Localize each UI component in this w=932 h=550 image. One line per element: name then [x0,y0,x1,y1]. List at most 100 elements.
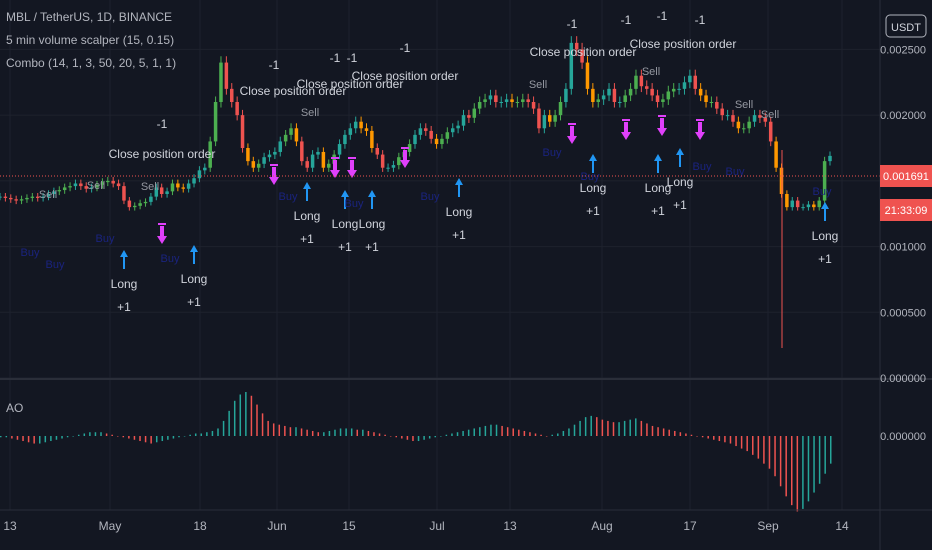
ao-bar [752,436,754,455]
time-tick-label: Jul [429,519,444,533]
candle-body [645,86,649,89]
ao-bar [356,429,359,436]
candle-body [817,200,821,208]
close-qty-label: -1 [330,51,341,65]
indicator-legend-combo[interactable]: Combo (14, 1, 3, 50, 20, 5, 1, 1) [6,56,176,70]
long-qty-label: +1 [117,300,131,314]
ao-bar [155,436,158,443]
candle-body [149,196,153,202]
candle-body [698,88,703,96]
ao-bar [768,436,771,469]
candle-body [790,200,795,208]
ao-bar [562,430,565,436]
ao-bar [518,429,520,436]
ao-bar [339,428,342,436]
ao-bar [27,436,30,443]
ao-bar [72,436,74,437]
candle-body [747,121,751,129]
ao-bar [345,428,347,436]
time-tick-label: 13 [3,519,17,533]
candle-body [564,88,568,102]
candle-body [499,102,503,103]
close-order-label: Close position order [109,147,216,161]
ao-bar [601,419,604,436]
long-qty-label: +1 [651,204,665,218]
ao-bar [77,434,80,436]
ao-bar [640,420,643,436]
candle-body [283,134,288,142]
ao-bar [412,436,414,442]
ao-bar [807,436,810,502]
ao-bar [150,436,152,444]
ao-bar [690,434,693,436]
ao-bar [161,436,164,442]
buy-signal-label: Buy [543,147,562,159]
ao-bar [467,429,470,436]
candle-body [542,115,547,129]
currency-button-label: USDT [891,22,921,34]
ao-bar [0,436,2,438]
candle-body [526,99,530,102]
close-qty-label: -1 [157,117,168,131]
symbol-title: MBL / TetherUS, 1D, BINANCE [6,10,172,24]
ao-bar [378,433,381,436]
candle-body [359,121,363,129]
buy-signal-label: Buy [813,186,832,198]
candle-body [661,99,665,102]
buy-signal-label: Buy [693,161,712,173]
long-qty-label: +1 [338,240,352,254]
time-tick-label: 18 [193,519,207,533]
long-label: Long [181,272,208,286]
ao-bar [284,425,286,436]
candle-body [418,128,423,135]
candle-body [30,196,35,198]
ao-bar [646,423,648,436]
last-price-tag: 0.001691 [880,165,932,187]
ao-bar [596,417,598,436]
buy-signal-label: Buy [421,191,440,203]
ao-bar [623,420,626,436]
candle-body [440,138,444,145]
candle-body [116,183,121,187]
candle-body [612,88,617,102]
ao-bar [657,427,659,436]
ao-bar [529,432,531,436]
trading-chart[interactable]: Long +1 Long +1 Long +1 Long +1 Long +1 Long +1 Long… [0,0,932,550]
ao-bar [679,432,682,436]
sell-signal-label: Sell [761,109,779,121]
ao-bar [289,427,292,436]
close-order-label: Close position order [352,69,459,83]
ao-bar [172,436,175,439]
candle-body [510,99,514,102]
long-qty-label: +1 [586,204,600,218]
candle-body [477,102,482,109]
candle-body [305,161,309,168]
ao-bar [116,436,119,437]
ao-bar [66,436,69,438]
ao-bar [94,432,97,436]
candle-body [300,141,304,162]
ao-bar [22,436,24,442]
ao-bar [395,436,398,438]
ao-bar [724,436,726,443]
ao-bar [707,436,709,439]
ao-bar [428,436,431,439]
close-qty-label: -1 [695,13,706,27]
ao-bar [334,429,336,436]
indicator-legend-scalper[interactable]: 5 min volume scalper (15, 0.15) [6,33,174,47]
candle-body [0,196,2,198]
candle-body [62,187,67,191]
candle-body [273,151,277,155]
buy-signal-label: Buy [279,191,298,203]
ao-bar [122,436,125,438]
ao-bar [662,428,665,436]
ao-bar [50,436,52,442]
candle-body [650,88,654,96]
candle-body [467,115,471,118]
candle-body [79,183,83,187]
candle-body [256,163,261,168]
candle-body [348,128,353,135]
ao-bar [206,432,208,436]
ao-bar [83,433,86,436]
candle-body [434,138,439,145]
